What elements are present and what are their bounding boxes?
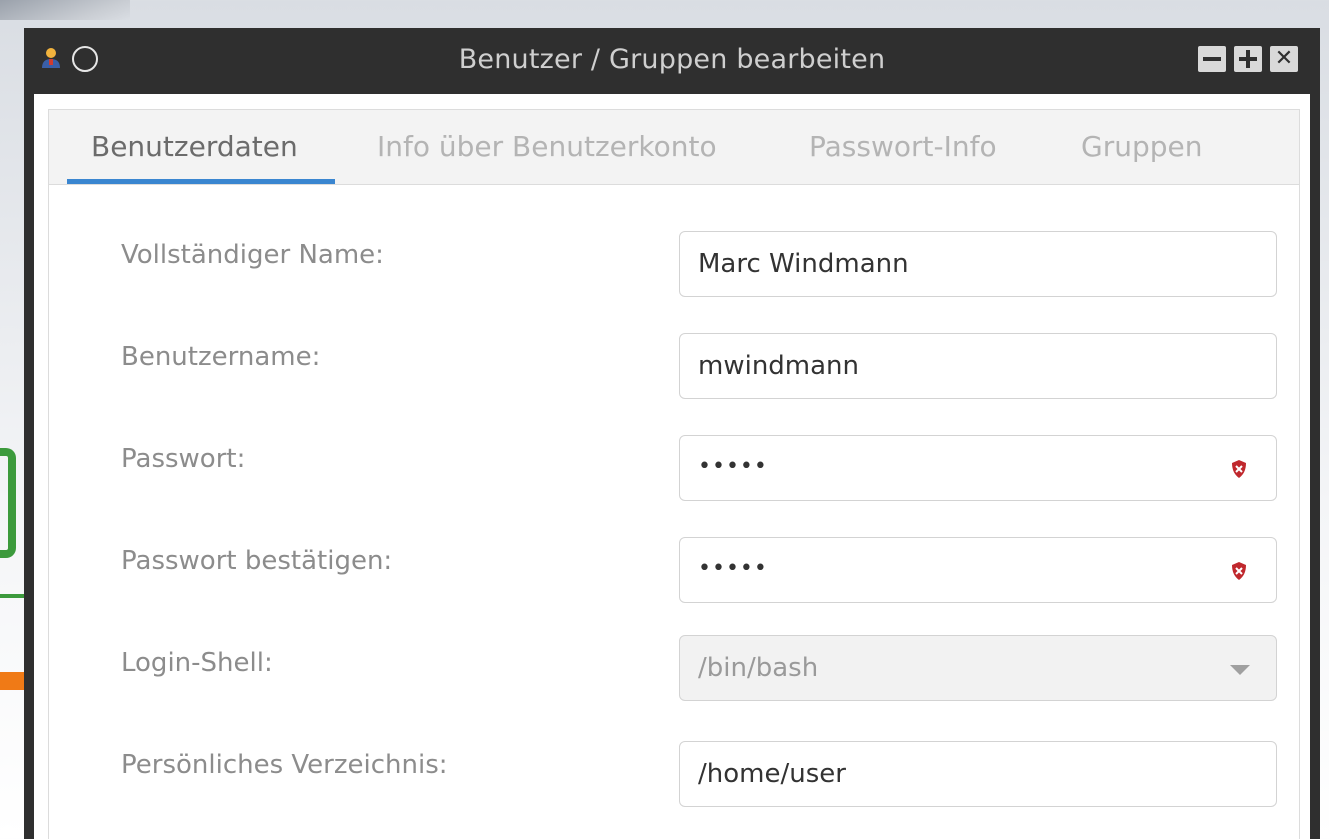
tab-passwort-info[interactable]: Passwort-Info xyxy=(809,130,997,163)
login-shell-select[interactable]: /bin/bash xyxy=(679,635,1277,701)
password-confirm-value: ••••• xyxy=(698,556,768,581)
username-value: mwindmann xyxy=(698,351,860,381)
password-field[interactable]: ••••• xyxy=(679,435,1277,501)
home-dir-field[interactable]: /home/user xyxy=(679,741,1277,807)
active-tab-indicator xyxy=(67,179,335,184)
minimize-button[interactable] xyxy=(1198,46,1226,72)
tab-benutzerdaten[interactable]: Benutzerdaten xyxy=(91,130,298,163)
login-shell-value: /bin/bash xyxy=(698,653,819,683)
maximize-button[interactable] xyxy=(1234,46,1262,72)
password-confirm-field[interactable]: ••••• xyxy=(679,537,1277,603)
full-name-label: Vollständiger Name: xyxy=(121,240,384,270)
password-value: ••••• xyxy=(698,454,768,479)
password-confirm-label: Passwort bestätigen: xyxy=(121,546,393,576)
minimize-icon xyxy=(1203,57,1221,61)
username-field[interactable]: mwindmann xyxy=(679,333,1277,399)
username-label: Benutzername: xyxy=(121,342,321,372)
tab-bar: Benutzerdaten Info über Benutzerkonto Pa… xyxy=(49,110,1299,185)
desktop-background-shape xyxy=(0,448,16,558)
desktop-background-shape xyxy=(0,594,24,598)
chevron-down-icon xyxy=(1230,665,1250,675)
desktop-background xyxy=(0,0,130,20)
full-name-value: Marc Windmann xyxy=(698,249,909,279)
tab-info-benutzerkonto[interactable]: Info über Benutzerkonto xyxy=(377,130,717,163)
login-shell-label: Login-Shell: xyxy=(121,648,273,678)
shield-warning-icon xyxy=(1232,460,1246,478)
close-icon: ✕ xyxy=(1274,46,1294,71)
edit-user-window: Benutzer / Gruppen bearbeiten ✕ Benutzer… xyxy=(24,28,1320,839)
window-titlebar[interactable]: Benutzer / Gruppen bearbeiten ✕ xyxy=(24,28,1320,94)
close-button[interactable]: ✕ xyxy=(1270,46,1298,72)
password-label: Passwort: xyxy=(121,444,246,474)
shield-warning-icon xyxy=(1232,562,1246,580)
home-dir-value: /home/user xyxy=(698,759,846,789)
tab-gruppen[interactable]: Gruppen xyxy=(1081,130,1202,163)
full-name-field[interactable]: Marc Windmann xyxy=(679,231,1277,297)
home-dir-label: Persönliches Verzeichnis: xyxy=(121,750,448,780)
tab-panel: Benutzerdaten Info über Benutzerkonto Pa… xyxy=(48,109,1300,839)
desktop-background-shape xyxy=(0,672,24,690)
window-content: Benutzerdaten Info über Benutzerkonto Pa… xyxy=(34,94,1310,839)
window-title: Benutzer / Gruppen bearbeiten xyxy=(458,44,886,75)
